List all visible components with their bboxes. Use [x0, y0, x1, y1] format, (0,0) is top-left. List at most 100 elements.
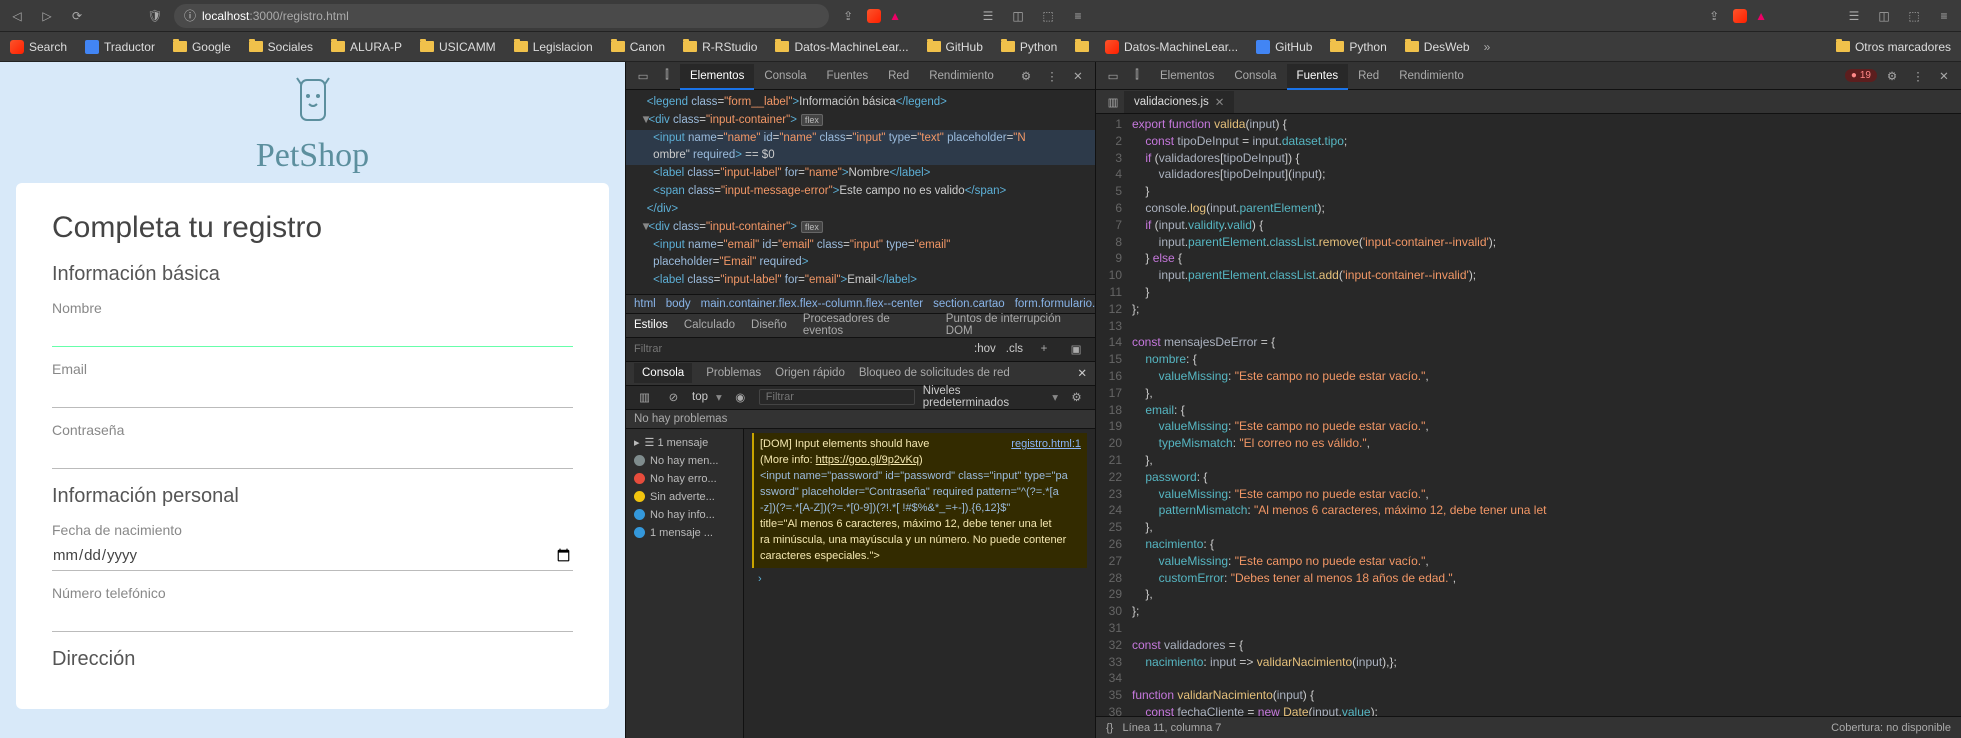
console-sidebar-icon[interactable]: ▥ — [634, 390, 655, 404]
code-line[interactable]: 31 — [1096, 620, 1961, 637]
warn-more-info-link[interactable]: https://goo.gl/9p2vKq — [816, 454, 919, 466]
warn-source-link[interactable]: registro.html:1 — [1011, 437, 1081, 453]
bookmark-search[interactable]: Search — [6, 37, 71, 57]
error-badge[interactable]: ● 19 — [1845, 69, 1877, 82]
more-icon[interactable]: ⋮ — [1041, 69, 1063, 83]
console-messages[interactable]: registro.html:1 [DOM] Input elements sho… — [744, 429, 1095, 738]
msg-filter-row[interactable]: No hay men... — [626, 452, 743, 470]
code-line[interactable]: 36 const fechaCliente = new Date(input.v… — [1096, 704, 1961, 716]
brave-icon[interactable] — [1733, 9, 1747, 23]
code-line[interactable]: 29 }, — [1096, 586, 1961, 603]
devtools-tab-red[interactable]: Red — [878, 64, 919, 88]
input-fecha[interactable] — [52, 541, 573, 571]
console-sidebar[interactable]: ▸ ☰ 1 mensajeNo hay men...No hay erro...… — [626, 429, 744, 738]
cls-toggle[interactable]: .cls — [1006, 343, 1023, 355]
bookmark-google[interactable]: Google — [169, 37, 235, 57]
input-nombre[interactable] — [52, 319, 573, 347]
shield-icon[interactable]: 🛡 — [144, 5, 166, 27]
bookmark-traductor[interactable]: Traductor — [81, 37, 159, 57]
bookmark-desweb[interactable]: DesWeb — [1071, 37, 1095, 57]
code-line[interactable]: 33 nacimiento: input => validarNacimient… — [1096, 654, 1961, 671]
code-line[interactable]: 25 }, — [1096, 519, 1961, 536]
device-icon[interactable]: ⫿ — [656, 69, 678, 82]
close-icon[interactable]: ✕ — [1067, 69, 1089, 83]
msg-filter-row[interactable]: No hay info... — [626, 506, 743, 524]
input-email[interactable] — [52, 380, 573, 408]
bookmark-alura-p[interactable]: ALURA-P — [327, 37, 406, 57]
more-icon[interactable]: ⋮ — [1907, 69, 1929, 83]
warn-triangle-icon[interactable]: ▲ — [889, 9, 901, 23]
element-line[interactable]: ombre" required> == $0 — [626, 147, 1095, 165]
panel-icon[interactable]: ◫ — [1007, 5, 1029, 27]
close-drawer-icon[interactable]: ✕ — [1077, 366, 1087, 380]
bookmark-datos-machinelear...[interactable]: Datos-MachineLear... — [771, 37, 912, 57]
devtools-tab-rendimiento[interactable]: Rendimiento — [1389, 64, 1474, 88]
bookmark-r-rstudio[interactable]: R-RStudio — [679, 37, 761, 57]
chevron-right-icon[interactable]: » — [1484, 40, 1491, 54]
code-line[interactable]: 3 if (validadores[tipoDeInput]) { — [1096, 150, 1961, 167]
code-line[interactable]: 22 password: { — [1096, 469, 1961, 486]
styles-tab[interactable]: Puntos de interrupción DOM — [946, 313, 1087, 337]
devtools-tab-rendimiento[interactable]: Rendimiento — [919, 64, 1004, 88]
code-line[interactable]: 26 nacimiento: { — [1096, 536, 1961, 553]
code-line[interactable]: 28 customError: "Debes tener al menos 18… — [1096, 570, 1961, 587]
element-line[interactable]: <label class="input-label" for="name">No… — [626, 165, 1095, 183]
device-icon[interactable]: ⫿ — [1126, 69, 1148, 82]
code-line[interactable]: 19 valueMissing: "Este campo no puede es… — [1096, 418, 1961, 435]
code-line[interactable]: 23 valueMissing: "Este campo no puede es… — [1096, 486, 1961, 503]
devtools-tab-fuentes[interactable]: Fuentes — [817, 64, 879, 88]
code-line[interactable]: 17 }, — [1096, 385, 1961, 402]
element-line[interactable]: <legend class="form__label">Información … — [626, 94, 1095, 112]
crumb-main[interactable]: main.container.flex.flex--column.flex--c… — [701, 298, 923, 310]
msg-filter-row[interactable]: No hay erro... — [626, 470, 743, 488]
drawer-tab[interactable]: Bloqueo de solicitudes de red — [859, 367, 1010, 379]
crumb-section[interactable]: section.cartao — [933, 298, 1005, 310]
other-bookmarks[interactable]: Otros marcadores — [1832, 37, 1955, 57]
code-line[interactable]: 15 nombre: { — [1096, 351, 1961, 368]
element-line[interactable]: ▼<div class="input-container">flex — [626, 112, 1095, 130]
code-line[interactable]: 10 input.parentElement.classList.add('in… — [1096, 267, 1961, 284]
devtools-tab-fuentes[interactable]: Fuentes — [1287, 64, 1349, 90]
close-icon[interactable]: ✕ — [1933, 69, 1955, 83]
input-password[interactable] — [52, 441, 573, 469]
settings-icon[interactable]: ⚙ — [1015, 69, 1037, 83]
back-button[interactable]: ◁ — [6, 5, 28, 27]
wallet-icon[interactable]: ⬚ — [1903, 5, 1925, 27]
breadcrumb[interactable]: html body main.container.flex.flex--column… — [626, 294, 1095, 314]
input-telefono[interactable] — [52, 604, 573, 632]
levels-selector[interactable]: Niveles predeterminados — [923, 385, 1044, 409]
code-line[interactable]: 9 } else { — [1096, 250, 1961, 267]
sidebar-icon[interactable]: ☰ — [977, 5, 999, 27]
code-line[interactable]: 30}; — [1096, 603, 1961, 620]
address-bar[interactable]: ⓘ localhost:3000/registro.html — [174, 4, 829, 28]
code-line[interactable]: 18 email: { — [1096, 402, 1961, 419]
add-rule-icon[interactable]: + — [1033, 343, 1055, 355]
file-tab-validaciones[interactable]: validaciones.js ✕ — [1124, 91, 1234, 113]
crumb-body[interactable]: body — [666, 298, 691, 310]
crumb-html[interactable]: html — [634, 298, 656, 310]
styles-tab[interactable]: Calculado — [684, 319, 735, 331]
devtools-tab-elementos[interactable]: Elementos — [1150, 64, 1224, 88]
drawer-tab[interactable]: Consola — [634, 363, 692, 383]
forward-button[interactable]: ▷ — [36, 5, 58, 27]
bookmark-desweb[interactable]: DesWeb — [1401, 37, 1474, 57]
code-line[interactable]: 12}; — [1096, 301, 1961, 318]
code-line[interactable]: 20 typeMismatch: "El correo no es válido… — [1096, 435, 1961, 452]
devtools-tab-red[interactable]: Red — [1348, 64, 1389, 88]
code-line[interactable]: 7 if (input.validity.valid) { — [1096, 217, 1961, 234]
bookmark-github[interactable]: GitHub — [1252, 37, 1316, 57]
styles-tab[interactable]: Estilos — [634, 319, 668, 331]
styles-filter-input[interactable] — [634, 343, 964, 355]
code-line[interactable]: 1export function valida(input) { — [1096, 116, 1961, 133]
bookmark-sociales[interactable]: Sociales — [245, 37, 317, 57]
drawer-tab[interactable]: Problemas — [706, 367, 761, 379]
close-tab-icon[interactable]: ✕ — [1215, 95, 1225, 109]
wallet-icon[interactable]: ⬚ — [1037, 5, 1059, 27]
devtools-tab-elementos[interactable]: Elementos — [680, 64, 754, 90]
code-line[interactable]: 32const validadores = { — [1096, 637, 1961, 654]
element-line[interactable]: <label class="input-label" for="email">E… — [626, 272, 1095, 290]
element-line[interactable]: <input name="email" id="email" class="in… — [626, 237, 1095, 255]
code-line[interactable]: 13 — [1096, 318, 1961, 335]
devtools-tab-consola[interactable]: Consola — [754, 64, 816, 88]
settings-icon[interactable]: ⚙ — [1881, 69, 1903, 83]
